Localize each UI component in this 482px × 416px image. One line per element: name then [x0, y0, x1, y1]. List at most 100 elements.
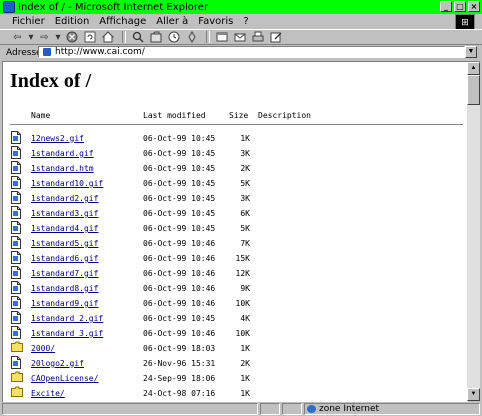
file-row: 1standard7.gif 06-Oct-99 10:46 12K	[3, 266, 468, 281]
file-row: 1standard.gif 06-Oct-99 10:45 3K	[3, 146, 468, 161]
file-link[interactable]: 2000/	[31, 344, 55, 353]
menu-help[interactable]: ?	[238, 16, 253, 27]
file-link[interactable]: 1standard4.gif	[31, 224, 98, 233]
file-icon[interactable]	[11, 281, 21, 294]
print-icon[interactable]	[250, 31, 265, 44]
file-size: 3K	[240, 194, 250, 203]
close-button[interactable]: ×	[468, 1, 480, 12]
file-link[interactable]: 1standard2.gif	[31, 194, 98, 203]
file-icon[interactable]	[11, 176, 21, 189]
maximize-button[interactable]: □	[454, 1, 466, 12]
history-icon[interactable]	[166, 31, 181, 44]
file-size: 2K	[240, 359, 250, 368]
file-link[interactable]: 1standard.htm	[31, 164, 94, 173]
fullscreen-icon[interactable]	[214, 31, 229, 44]
file-link[interactable]: 20logo2.gif	[31, 359, 84, 368]
scroll-down-icon[interactable]: ▼	[467, 388, 480, 401]
favorites-icon[interactable]	[148, 31, 163, 44]
header-divider	[10, 124, 463, 125]
address-label: Adresse	[6, 47, 42, 58]
back-icon[interactable]: ⇦	[10, 31, 25, 44]
file-icon[interactable]	[11, 146, 21, 159]
file-icon[interactable]	[11, 191, 21, 204]
file-link[interactable]: 1standard_2.gif	[31, 314, 103, 323]
address-url[interactable]: http://www.cai.com/	[55, 47, 145, 57]
vertical-scrollbar[interactable]: ▲ ▼	[467, 61, 480, 401]
menu-edition[interactable]: Edition	[50, 16, 95, 27]
zone-label: zone Internet	[319, 404, 380, 414]
address-dropdown-icon[interactable]: ▼	[465, 46, 477, 58]
folder-icon[interactable]	[11, 386, 23, 398]
file-modified: 06-Oct-99 18:03	[143, 344, 216, 353]
menu-favoris[interactable]: Favoris	[193, 16, 238, 27]
file-link[interactable]: 1standard6.gif	[31, 254, 98, 263]
address-input[interactable]: http://www.cai.com/	[38, 46, 465, 58]
status-main-panel	[2, 403, 258, 415]
file-row: 1standard.htm 06-Oct-99 10:45 2K	[3, 161, 468, 176]
file-link[interactable]: 1standard8.gif	[31, 284, 98, 293]
file-link[interactable]: 1standard_3.gif	[31, 329, 103, 338]
channels-icon[interactable]	[184, 31, 199, 44]
forward-dropdown-icon[interactable]: ▾	[55, 31, 61, 44]
file-link[interactable]: Excite/	[31, 389, 65, 398]
minimize-button[interactable]: _	[440, 1, 452, 12]
file-icon[interactable]	[11, 356, 21, 369]
file-size: 15K	[235, 254, 250, 263]
file-link[interactable]: 1standard10.gif	[31, 179, 103, 188]
windows-logo-icon: ⊞	[455, 14, 475, 30]
file-size: 5K	[240, 224, 250, 233]
file-row: 2000/06-Oct-99 18:03 1K	[3, 341, 468, 356]
home-icon[interactable]	[100, 31, 115, 44]
file-size: 5K	[240, 179, 250, 188]
file-modified: 06-Oct-99 10:45	[143, 224, 216, 233]
scroll-up-icon[interactable]: ▲	[467, 62, 480, 75]
refresh-icon[interactable]	[82, 31, 97, 44]
file-row: Excite/24-Oct-98 07:16 1K	[3, 386, 468, 401]
file-modified: 06-Oct-99 10:46	[143, 284, 216, 293]
back-dropdown-icon[interactable]: ▾	[28, 31, 34, 44]
file-link[interactable]: 1standard7.gif	[31, 269, 98, 278]
file-icon[interactable]	[11, 326, 21, 339]
menu-aller-a[interactable]: Aller à	[151, 16, 193, 27]
file-row: 1standard2.gif 06-Oct-99 10:45 3K	[3, 191, 468, 206]
title-bar[interactable]: Index of / - Microsoft Internet Explorer…	[0, 0, 482, 14]
edit-icon[interactable]	[268, 31, 283, 44]
file-link[interactable]: CAOpenLicense/	[31, 374, 98, 383]
file-icon[interactable]	[11, 266, 21, 279]
column-name-header: Name	[31, 111, 51, 120]
file-modified: 06-Oct-99 10:46	[143, 254, 216, 263]
file-modified: 06-Oct-99 10:45	[143, 134, 216, 143]
file-modified: 06-Oct-99 10:45	[143, 179, 216, 188]
mail-icon[interactable]	[232, 31, 247, 44]
menu-affichage[interactable]: Affichage	[94, 16, 151, 27]
file-modified: 06-Oct-99 10:45	[143, 314, 216, 323]
file-link[interactable]: 1standard.gif	[31, 149, 94, 158]
file-icon[interactable]	[11, 131, 21, 144]
forward-icon[interactable]: ⇨	[37, 31, 52, 44]
folder-icon[interactable]	[11, 341, 23, 353]
file-link[interactable]: 1standard9.gif	[31, 299, 98, 308]
file-icon[interactable]	[11, 296, 21, 309]
file-modified: 06-Oct-99 10:46	[143, 239, 216, 248]
file-icon[interactable]	[11, 251, 21, 264]
file-icon[interactable]	[11, 311, 21, 324]
search-icon[interactable]	[130, 31, 145, 44]
stop-icon[interactable]	[64, 31, 79, 44]
file-modified: 06-Oct-99 10:45	[143, 209, 216, 218]
file-link[interactable]: 12news2.gif	[31, 134, 84, 143]
file-modified: 06-Oct-99 10:45	[143, 149, 216, 158]
page-title: Index of /	[10, 70, 92, 92]
address-bar: Adresse http://www.cai.com/ ▼	[0, 45, 482, 60]
menu-fichier[interactable]: Fichier	[0, 16, 50, 27]
scroll-thumb[interactable]	[467, 75, 480, 105]
file-icon[interactable]	[11, 221, 21, 234]
file-size: 3K	[240, 149, 250, 158]
file-link[interactable]: 1standard5.gif	[31, 239, 98, 248]
file-link[interactable]: 1standard3.gif	[31, 209, 98, 218]
file-icon[interactable]	[11, 236, 21, 249]
file-row: 1standard_3.gif 06-Oct-99 10:46 10K	[3, 326, 468, 341]
file-icon[interactable]	[11, 206, 21, 219]
status-panel-3	[282, 403, 302, 415]
folder-icon[interactable]	[11, 371, 23, 383]
file-icon[interactable]	[11, 161, 21, 174]
